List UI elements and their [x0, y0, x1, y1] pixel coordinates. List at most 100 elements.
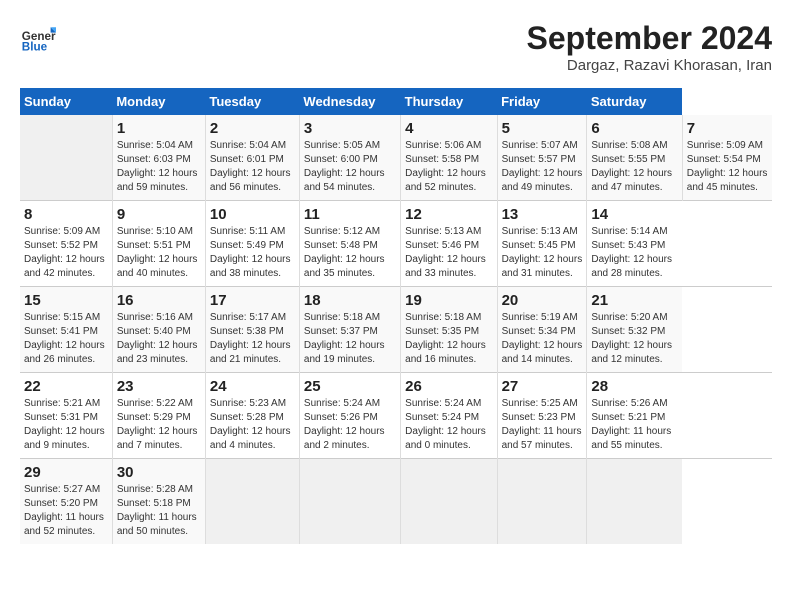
calendar-cell: 18 Sunrise: 5:18 AM Sunset: 5:37 PM Dayli… [299, 287, 400, 373]
calendar-week-1: 1 Sunrise: 5:04 AM Sunset: 6:03 PM Daylig… [20, 115, 772, 201]
logo: General Blue [20, 20, 56, 56]
day-number: 3 [304, 120, 396, 137]
day-number: 5 [502, 120, 583, 137]
logo-icon: General Blue [20, 20, 56, 56]
day-number: 30 [117, 464, 201, 481]
calendar-cell: 10Sunrise: 5:11 AM Sunset: 5:49 PM Dayli… [205, 201, 299, 287]
calendar-cell: 7 Sunrise: 5:09 AM Sunset: 5:54 PM Daylig… [682, 115, 772, 201]
day-detail: Sunrise: 5:13 AM Sunset: 5:46 PM Dayligh… [405, 225, 492, 281]
day-detail: Sunrise: 5:09 AM Sunset: 5:52 PM Dayligh… [24, 225, 108, 281]
calendar-cell: 24 Sunrise: 5:23 AM Sunset: 5:28 PM Dayli… [205, 373, 299, 459]
calendar-cell: 1 Sunrise: 5:04 AM Sunset: 6:03 PM Daylig… [112, 115, 205, 201]
day-detail: Sunrise: 5:04 AM Sunset: 6:01 PM Dayligh… [210, 139, 295, 195]
day-number: 28 [591, 378, 678, 395]
day-number: 22 [24, 378, 108, 395]
title-area: September 2024 Dargaz, Razavi Khorasan, … [527, 20, 772, 74]
day-detail: Sunrise: 5:12 AM Sunset: 5:48 PM Dayligh… [304, 225, 396, 281]
calendar-cell [20, 115, 112, 201]
day-number: 11 [304, 206, 396, 223]
column-header-friday: Friday [497, 88, 587, 115]
day-number: 29 [24, 464, 108, 481]
day-number: 20 [502, 292, 583, 309]
day-detail: Sunrise: 5:18 AM Sunset: 5:37 PM Dayligh… [304, 311, 396, 367]
day-number: 14 [591, 206, 678, 223]
day-number: 15 [24, 292, 108, 309]
day-number: 24 [210, 378, 295, 395]
column-header-monday: Monday [112, 88, 205, 115]
day-detail: Sunrise: 5:15 AM Sunset: 5:41 PM Dayligh… [24, 311, 108, 367]
calendar-cell: 15 Sunrise: 5:15 AM Sunset: 5:41 PM Dayli… [20, 287, 112, 373]
calendar-week-3: 15 Sunrise: 5:15 AM Sunset: 5:41 PM Dayli… [20, 287, 772, 373]
day-number: 19 [405, 292, 492, 309]
day-detail: Sunrise: 5:13 AM Sunset: 5:45 PM Dayligh… [502, 225, 583, 281]
month-title: September 2024 [527, 20, 772, 57]
calendar-cell [497, 459, 587, 545]
day-detail: Sunrise: 5:24 AM Sunset: 5:26 PM Dayligh… [304, 397, 396, 453]
calendar-week-2: 8 Sunrise: 5:09 AM Sunset: 5:52 PM Daylig… [20, 201, 772, 287]
day-detail: Sunrise: 5:25 AM Sunset: 5:23 PM Dayligh… [502, 397, 583, 453]
day-detail: Sunrise: 5:09 AM Sunset: 5:54 PM Dayligh… [687, 139, 768, 195]
day-number: 17 [210, 292, 295, 309]
day-detail: Sunrise: 5:23 AM Sunset: 5:28 PM Dayligh… [210, 397, 295, 453]
day-number: 1 [117, 120, 201, 137]
day-number: 25 [304, 378, 396, 395]
calendar-cell: 21 Sunrise: 5:20 AM Sunset: 5:32 PM Dayli… [587, 287, 682, 373]
calendar-cell: 19 Sunrise: 5:18 AM Sunset: 5:35 PM Dayli… [401, 287, 497, 373]
day-number: 10 [210, 206, 295, 223]
day-detail: Sunrise: 5:04 AM Sunset: 6:03 PM Dayligh… [117, 139, 201, 195]
day-detail: Sunrise: 5:28 AM Sunset: 5:18 PM Dayligh… [117, 483, 201, 539]
day-detail: Sunrise: 5:27 AM Sunset: 5:20 PM Dayligh… [24, 483, 108, 539]
day-detail: Sunrise: 5:24 AM Sunset: 5:24 PM Dayligh… [405, 397, 492, 453]
calendar-cell [401, 459, 497, 545]
day-detail: Sunrise: 5:16 AM Sunset: 5:40 PM Dayligh… [117, 311, 201, 367]
day-number: 8 [24, 206, 108, 223]
day-number: 26 [405, 378, 492, 395]
calendar-cell: 29 Sunrise: 5:27 AM Sunset: 5:20 PM Dayli… [20, 459, 112, 545]
calendar-cell: 26 Sunrise: 5:24 AM Sunset: 5:24 PM Dayli… [401, 373, 497, 459]
day-detail: Sunrise: 5:26 AM Sunset: 5:21 PM Dayligh… [591, 397, 678, 453]
calendar-cell: 8 Sunrise: 5:09 AM Sunset: 5:52 PM Daylig… [20, 201, 112, 287]
day-number: 18 [304, 292, 396, 309]
calendar-cell: 17 Sunrise: 5:17 AM Sunset: 5:38 PM Dayli… [205, 287, 299, 373]
calendar-body: 1 Sunrise: 5:04 AM Sunset: 6:03 PM Daylig… [20, 115, 772, 544]
column-header-saturday: Saturday [587, 88, 682, 115]
subtitle: Dargaz, Razavi Khorasan, Iran [527, 57, 772, 74]
day-detail: Sunrise: 5:19 AM Sunset: 5:34 PM Dayligh… [502, 311, 583, 367]
day-number: 21 [591, 292, 678, 309]
day-number: 7 [687, 120, 768, 137]
calendar-cell: 12Sunrise: 5:13 AM Sunset: 5:46 PM Dayli… [401, 201, 497, 287]
calendar-cell: 4 Sunrise: 5:06 AM Sunset: 5:58 PM Daylig… [401, 115, 497, 201]
svg-text:Blue: Blue [22, 41, 48, 54]
calendar-cell: 2 Sunrise: 5:04 AM Sunset: 6:01 PM Daylig… [205, 115, 299, 201]
calendar-cell: 14 Sunrise: 5:14 AM Sunset: 5:43 PM Dayli… [587, 201, 682, 287]
day-number: 27 [502, 378, 583, 395]
column-header-wednesday: Wednesday [299, 88, 400, 115]
calendar-cell: 23 Sunrise: 5:22 AM Sunset: 5:29 PM Dayli… [112, 373, 205, 459]
calendar-cell: 20 Sunrise: 5:19 AM Sunset: 5:34 PM Dayli… [497, 287, 587, 373]
day-number: 9 [117, 206, 201, 223]
day-detail: Sunrise: 5:17 AM Sunset: 5:38 PM Dayligh… [210, 311, 295, 367]
day-detail: Sunrise: 5:22 AM Sunset: 5:29 PM Dayligh… [117, 397, 201, 453]
day-number: 2 [210, 120, 295, 137]
day-detail: Sunrise: 5:10 AM Sunset: 5:51 PM Dayligh… [117, 225, 201, 281]
calendar-cell: 9 Sunrise: 5:10 AM Sunset: 5:51 PM Daylig… [112, 201, 205, 287]
day-detail: Sunrise: 5:18 AM Sunset: 5:35 PM Dayligh… [405, 311, 492, 367]
day-detail: Sunrise: 5:20 AM Sunset: 5:32 PM Dayligh… [591, 311, 678, 367]
calendar-cell: 27 Sunrise: 5:25 AM Sunset: 5:23 PM Dayli… [497, 373, 587, 459]
calendar-cell: 5 Sunrise: 5:07 AM Sunset: 5:57 PM Daylig… [497, 115, 587, 201]
calendar-header: SundayMondayTuesdayWednesdayThursdayFrid… [20, 88, 772, 115]
calendar-cell: 16Sunrise: 5:16 AM Sunset: 5:40 PM Dayli… [112, 287, 205, 373]
calendar-cell [299, 459, 400, 545]
day-detail: Sunrise: 5:21 AM Sunset: 5:31 PM Dayligh… [24, 397, 108, 453]
day-number: 4 [405, 120, 492, 137]
calendar-cell: 22 Sunrise: 5:21 AM Sunset: 5:31 PM Dayli… [20, 373, 112, 459]
calendar-week-5: 29 Sunrise: 5:27 AM Sunset: 5:20 PM Dayli… [20, 459, 772, 545]
day-detail: Sunrise: 5:14 AM Sunset: 5:43 PM Dayligh… [591, 225, 678, 281]
day-number: 13 [502, 206, 583, 223]
day-detail: Sunrise: 5:05 AM Sunset: 6:00 PM Dayligh… [304, 139, 396, 195]
day-detail: Sunrise: 5:07 AM Sunset: 5:57 PM Dayligh… [502, 139, 583, 195]
day-number: 23 [117, 378, 201, 395]
column-header-tuesday: Tuesday [205, 88, 299, 115]
day-detail: Sunrise: 5:06 AM Sunset: 5:58 PM Dayligh… [405, 139, 492, 195]
calendar-cell: 25 Sunrise: 5:24 AM Sunset: 5:26 PM Dayli… [299, 373, 400, 459]
